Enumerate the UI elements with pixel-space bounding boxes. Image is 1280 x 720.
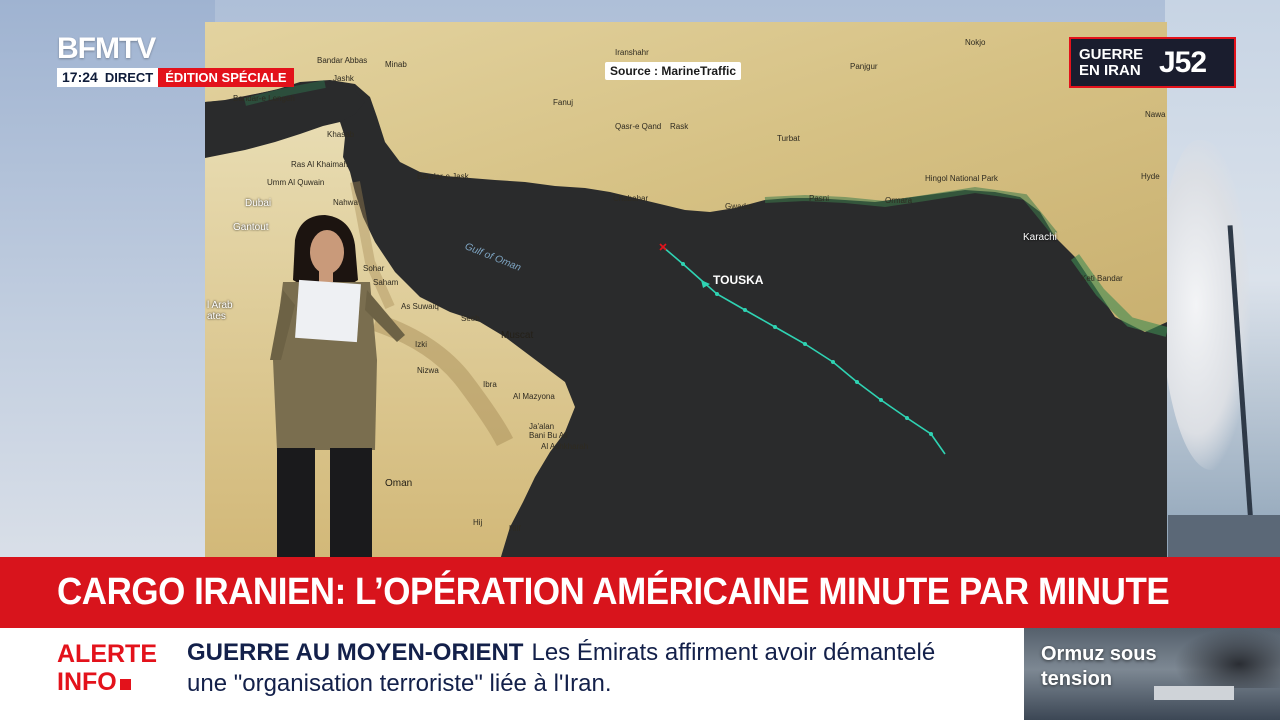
- place-bandar-lengeh: Bandar-e Lengeh: [233, 94, 295, 103]
- ticker-topic: GUERRE AU MOYEN-ORIENT: [187, 639, 524, 666]
- badge-line1: GUERRE: [1079, 45, 1144, 63]
- presenter-leg-right: [330, 448, 372, 560]
- place-chabahar: Chabahar: [613, 194, 649, 203]
- place-bandar-e-jask: Bandar-e Jask: [417, 172, 469, 181]
- place-qasr-e-qand: Qasr-e Qand: [615, 122, 662, 131]
- presenter-face: [310, 230, 344, 274]
- thumbnail-line2: tension: [1041, 668, 1113, 690]
- thumbnail-line1: Ormuz sous: [1041, 643, 1157, 665]
- place-hyderabad: Hyde: [1141, 172, 1160, 181]
- channel-logo: BFMTV: [57, 32, 156, 65]
- place-panjgur: Panjgur: [850, 62, 878, 71]
- ticker-line1: GUERRE AU MOYEN-ORIENT Les Émirats affirm…: [187, 639, 935, 667]
- alert-square-icon: [119, 679, 131, 690]
- related-story-thumbnail: Ormuz sous tension: [1024, 628, 1280, 720]
- presenter-leg-left: [277, 448, 315, 560]
- war-day-badge: GUERRE EN IRAN J52: [1069, 37, 1236, 88]
- place-iranshahr: Iranshahr: [615, 48, 649, 57]
- place-nahwa: Nahwa: [333, 198, 358, 207]
- alert-line2: INFO: [57, 668, 157, 696]
- place-bandar-abbas: Bandar Abbas: [317, 56, 368, 65]
- place-nawa: Nawa: [1145, 110, 1166, 119]
- channel-brand: BFMTV 17:24 DIRECT ÉDITION SPÉCIALE: [57, 34, 294, 87]
- presenter-papers: [295, 279, 361, 343]
- news-ticker: ALERTE INFO GUERRE AU MOYEN-ORIENT Les Ém…: [0, 628, 1024, 720]
- place-fanuj: Fanuj: [553, 98, 574, 107]
- place-khasab: Khasab: [327, 130, 355, 139]
- place-karachi: Karachi: [1023, 232, 1057, 243]
- badge-title: GUERRE EN IRAN: [1071, 45, 1159, 79]
- badge-day-counter: J52: [1159, 45, 1207, 79]
- place-keti-bandar: Keti Bandar: [1081, 274, 1123, 283]
- place-turbat: Turbat: [777, 134, 800, 143]
- place-rask: Rask: [670, 122, 689, 131]
- place-hingol: Hingol National Park: [925, 174, 998, 183]
- badge-line2: EN IRAN: [1079, 61, 1141, 79]
- broadcast-clock: 17:24: [57, 68, 103, 87]
- ship-hull: [1168, 515, 1280, 560]
- map-source-label: Source : MarineTraffic: [605, 62, 742, 80]
- headline-text: CARGO IRANIEN: L’OPÉRATION AMÉRICAINE MI…: [57, 571, 1170, 613]
- place-minab: Minab: [385, 60, 407, 69]
- alert-info-label: ALERTE INFO: [57, 640, 157, 696]
- place-hij: Hij: [473, 518, 483, 527]
- presenter-figure: [270, 215, 405, 560]
- place-muscat: Muscat: [501, 330, 534, 341]
- live-label: DIRECT: [102, 68, 159, 87]
- place-dubai: Dubai: [245, 198, 272, 209]
- thumbnail-caption: Ormuz sous tension: [1041, 642, 1157, 692]
- place-ras-al-khaimah: Ras Al Khaimah: [291, 160, 348, 169]
- thumbnail-ship: [1154, 686, 1234, 700]
- headline-banner: CARGO IRANIEN: L’OPÉRATION AMÉRICAINE MI…: [0, 557, 1280, 628]
- place-jashk: Jashk: [333, 74, 354, 83]
- place-nokjo: Nokjo: [965, 38, 986, 47]
- ticker-body-line2: une "organisation terroriste" liée à l'I…: [187, 670, 612, 697]
- place-jaalan: Ja'alan Bani Bu Ali: [529, 422, 568, 440]
- alert-line1: ALERTE: [57, 640, 157, 668]
- place-al-mazyona: Al Mazyona: [513, 392, 555, 401]
- alert-line2-text: INFO: [57, 668, 117, 696]
- place-ibra: Ibra: [483, 380, 497, 389]
- place-al-ashkharah: Al Ashkharah: [541, 442, 589, 451]
- place-ormara: Ormara: [885, 196, 913, 205]
- thumbnail-smoke: [1174, 628, 1280, 688]
- ticker-body-line1: Les Émirats affirment avoir démantelé: [531, 639, 936, 666]
- place-gwadar: Gwadar: [725, 202, 754, 211]
- place-pasni: Pasni: [809, 194, 830, 203]
- place-arab-emirates: l Arab ates: [207, 300, 233, 322]
- edition-label: ÉDITION SPÉCIALE: [158, 68, 294, 87]
- place-hilf: Hilf: [509, 524, 521, 533]
- live-timebar: 17:24 DIRECT ÉDITION SPÉCIALE: [57, 68, 294, 87]
- place-seeb: Seeb: [461, 314, 480, 323]
- vessel-name-label: TOUSKA: [713, 273, 764, 287]
- place-umm-al-quwain: Umm Al Quwain: [267, 178, 325, 187]
